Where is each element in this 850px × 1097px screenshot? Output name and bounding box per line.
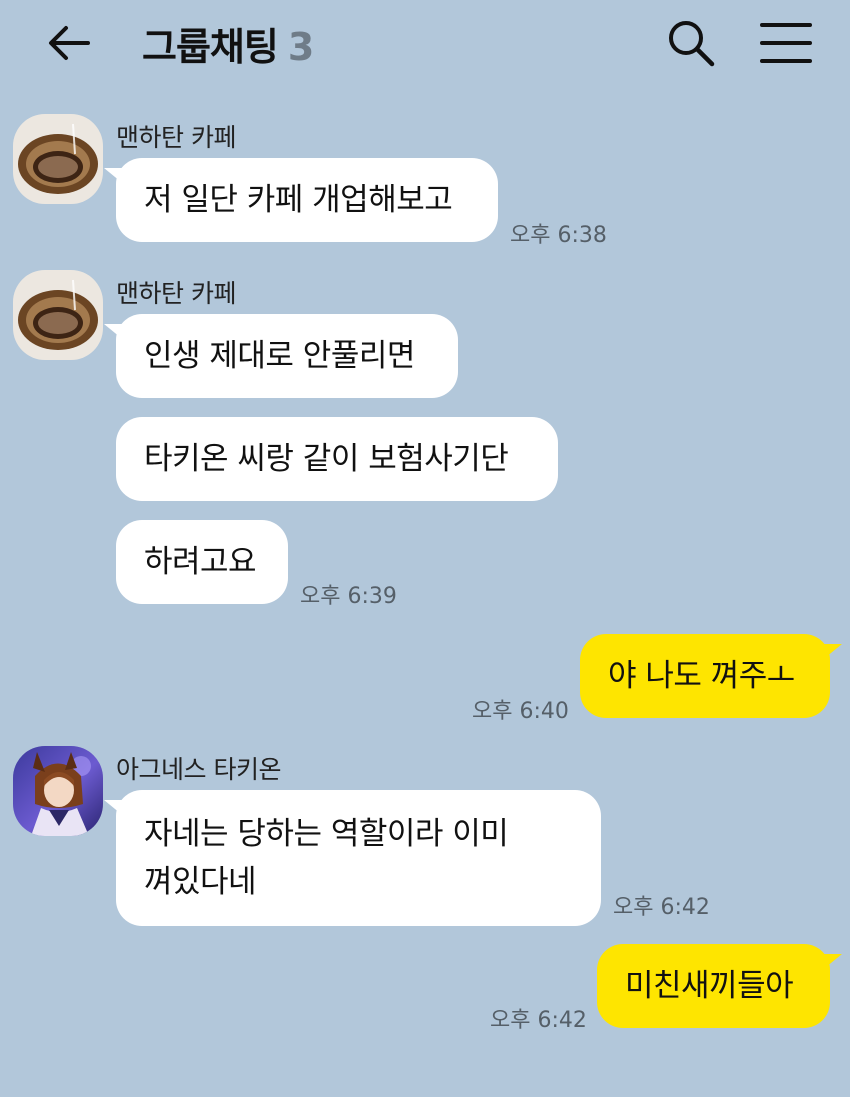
- search-icon: [669, 21, 715, 67]
- message-time: 오후 6:40: [472, 699, 569, 724]
- my-message-bubble[interactable]: 미친새끼들아: [597, 944, 842, 1028]
- chat-header: 그룹채팅 3: [0, 0, 850, 90]
- anime-character-avatar-icon: [13, 746, 103, 836]
- chat-title: 그룹채팅 3: [142, 16, 314, 71]
- message-time: 오후 6:39: [300, 584, 397, 609]
- avatar-manhattan-cafe[interactable]: [13, 270, 103, 360]
- message-bubble[interactable]: 자네는 당하는 역할이라 이미 껴있다네: [104, 790, 601, 926]
- coffee-dripper-avatar-icon: [13, 270, 103, 360]
- back-button[interactable]: [44, 18, 94, 68]
- message-time: 오후 6:42: [613, 895, 710, 920]
- message-bubble[interactable]: 하려고요: [116, 520, 288, 604]
- member-count: 3: [287, 25, 314, 69]
- message-bubble[interactable]: 타키온 씨랑 같이 보험사기단: [116, 417, 558, 501]
- sender-name: 맨하탄 카페: [116, 279, 236, 308]
- avatar-manhattan-cafe[interactable]: [13, 114, 103, 204]
- search-button[interactable]: [664, 16, 718, 70]
- sender-name: 아그네스 타키온: [116, 755, 281, 784]
- sender-name: 맨하탄 카페: [116, 123, 236, 152]
- message-time: 오후 6:38: [510, 223, 607, 248]
- my-message-bubble[interactable]: 야 나도 껴주ㅗ: [580, 634, 842, 718]
- menu-button[interactable]: [758, 18, 814, 68]
- hamburger-menu-icon: [760, 23, 812, 63]
- coffee-dripper-avatar-icon: [13, 114, 103, 204]
- message-time: 오후 6:42: [490, 1008, 587, 1033]
- message-bubble[interactable]: 저 일단 카페 개업해보고: [104, 158, 498, 242]
- chat-room-name: 그룹채팅: [142, 25, 279, 69]
- arrow-left-icon: [49, 26, 90, 60]
- message-bubble[interactable]: 인생 제대로 안풀리면: [104, 314, 458, 398]
- avatar-agnes-tachyon[interactable]: [13, 746, 103, 836]
